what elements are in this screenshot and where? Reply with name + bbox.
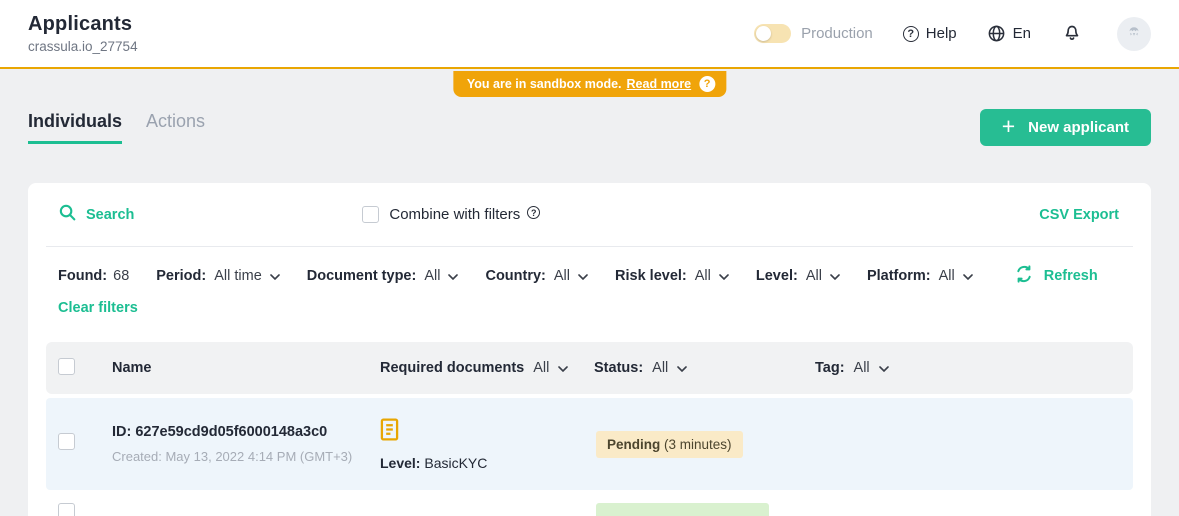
- search-label: Search: [86, 207, 134, 223]
- filter-period[interactable]: Period: All time: [156, 268, 280, 284]
- applicant-level: Level: BasicKYC: [380, 455, 487, 471]
- status-cell: Pending (3 minutes): [594, 431, 815, 458]
- filter-risk-level[interactable]: Risk level: All: [615, 268, 729, 284]
- refresh-button[interactable]: Refresh: [1014, 264, 1098, 288]
- filter-required-documents[interactable]: Required documents All: [380, 360, 594, 376]
- combine-with-filters[interactable]: Combine with filters ?: [362, 206, 540, 223]
- filter-tag[interactable]: Tag: All: [815, 360, 1133, 376]
- help-button[interactable]: ? Help: [903, 25, 957, 42]
- bell-icon: [1061, 21, 1083, 47]
- globe-icon: [987, 24, 1006, 43]
- chevron-down-icon: [963, 274, 973, 280]
- applicant-created: Created: May 13, 2022 4:14 PM (GMT+3): [112, 449, 380, 464]
- language-label: En: [1013, 25, 1031, 42]
- production-label: Production: [801, 25, 873, 42]
- filter-country[interactable]: Country: All: [485, 268, 588, 284]
- refresh-icon: [1014, 264, 1034, 288]
- required-documents-cell: Level: BasicKYC: [380, 418, 594, 471]
- account-id: crassula.io_27754: [28, 39, 138, 54]
- table-header: Name Required documents All Status: All …: [46, 342, 1133, 394]
- avatar[interactable]: [1117, 17, 1151, 51]
- production-toggle-group: Production: [754, 24, 873, 43]
- avatar-glyph-icon: [1125, 23, 1143, 45]
- tabs-row: Individuals Actions + New applicant: [28, 109, 1151, 146]
- row-checkbox[interactable]: [58, 433, 75, 450]
- filter-level[interactable]: Level: All: [756, 268, 840, 284]
- sandbox-banner-text: You are in sandbox mode.: [467, 77, 622, 91]
- filter-platform[interactable]: Platform: All: [867, 268, 973, 284]
- header-titles: Applicants crassula.io_27754: [28, 13, 138, 54]
- search-button[interactable]: Search: [58, 203, 134, 226]
- clear-filters-link[interactable]: Clear filters: [46, 288, 150, 332]
- help-label: Help: [926, 25, 957, 42]
- refresh-label: Refresh: [1044, 268, 1098, 284]
- production-toggle[interactable]: [754, 24, 791, 43]
- header-actions: Production ? Help En: [754, 17, 1151, 51]
- toolbar: Search Combine with filters ? CSV Export: [46, 183, 1133, 246]
- chevron-down-icon: [719, 274, 729, 280]
- chevron-down-icon: [448, 274, 458, 280]
- applicant-id: ID: 627e59cd9d05f6000148a3c0: [112, 424, 380, 440]
- select-all-checkbox[interactable]: [58, 358, 75, 375]
- column-name: Name: [112, 360, 380, 376]
- table-row[interactable]: ID: 627e59cd9d05f6000148a3c0 Created: Ma…: [46, 398, 1133, 490]
- chevron-down-icon: [677, 366, 687, 372]
- combine-help-icon: ?: [527, 206, 540, 219]
- tab-actions[interactable]: Actions: [146, 111, 205, 144]
- header: Applicants crassula.io_27754 Production …: [0, 0, 1179, 69]
- tab-individuals[interactable]: Individuals: [28, 111, 122, 144]
- chevron-down-icon: [270, 274, 280, 280]
- toggle-knob: [756, 26, 771, 41]
- csv-export-link[interactable]: CSV Export: [1039, 207, 1121, 223]
- chevron-down-icon: [558, 366, 568, 372]
- chevron-down-icon: [830, 274, 840, 280]
- new-applicant-button[interactable]: + New applicant: [980, 109, 1151, 146]
- applicant-name-cell: ID: 627e59cd9d05f6000148a3c0 Created: Ma…: [112, 424, 380, 464]
- filters-row: Found: 68 Period: All time Document type…: [46, 247, 1133, 288]
- banner-help-icon[interactable]: ?: [699, 76, 715, 92]
- document-icon: [380, 418, 399, 446]
- plus-icon: +: [1002, 115, 1015, 138]
- found-value: 68: [113, 268, 129, 284]
- status-badge-pending: Pending (3 minutes): [596, 431, 743, 458]
- read-more-link[interactable]: Read more: [627, 77, 692, 91]
- search-icon: [58, 203, 77, 226]
- status-badge-approved: [596, 503, 769, 516]
- found-count: Found: 68: [58, 268, 129, 284]
- found-label: Found:: [58, 268, 107, 284]
- filter-status[interactable]: Status: All: [594, 360, 815, 376]
- status-cell: [594, 503, 815, 516]
- page-title: Applicants: [28, 13, 138, 36]
- filter-document-type[interactable]: Document type: All: [307, 268, 459, 284]
- new-applicant-label: New applicant: [1028, 119, 1129, 136]
- row-checkbox[interactable]: [58, 503, 75, 516]
- sandbox-banner: You are in sandbox mode. Read more ?: [453, 71, 726, 97]
- notifications-button[interactable]: [1061, 21, 1083, 47]
- question-circle-icon: ?: [903, 26, 919, 42]
- combine-label: Combine with filters: [389, 206, 520, 223]
- combine-checkbox[interactable]: [362, 206, 379, 223]
- chevron-down-icon: [578, 274, 588, 280]
- main-content: Individuals Actions + New applicant Sear…: [0, 109, 1179, 516]
- applicants-card: Search Combine with filters ? CSV Export…: [28, 183, 1151, 516]
- language-selector[interactable]: En: [987, 24, 1031, 43]
- table-row[interactable]: [46, 494, 1133, 516]
- tabs: Individuals Actions: [28, 111, 205, 144]
- chevron-down-icon: [879, 366, 889, 372]
- applicants-page: Applicants crassula.io_27754 Production …: [0, 0, 1179, 516]
